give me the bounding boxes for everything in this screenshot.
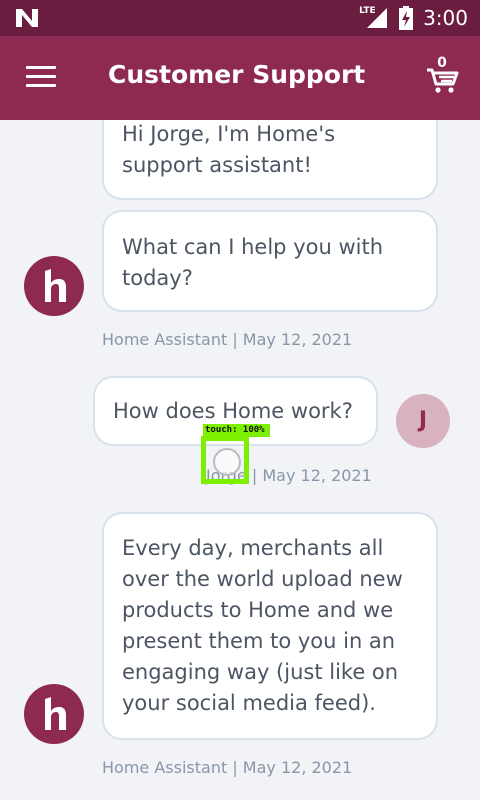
home-logo-icon — [45, 697, 66, 730]
message-text: Hi Jorge, I'm Home's support assistant! — [122, 122, 336, 177]
status-icons: LTE 3:00 — [359, 0, 468, 36]
message-meta: Home Assistant | May 12, 2021 — [102, 758, 353, 777]
notification-n-icon — [16, 9, 38, 27]
assistant-avatar — [24, 256, 84, 316]
touch-indicator — [201, 436, 249, 484]
message-text: What can I help you with today? — [122, 235, 384, 290]
home-logo-icon — [45, 269, 66, 302]
message-text: Every day, merchants all over the world … — [122, 536, 403, 715]
lte-signal-icon: LTE — [359, 6, 389, 30]
status-bar: LTE 3:00 — [0, 0, 480, 36]
cart-button[interactable]: 0 — [426, 56, 462, 96]
user-avatar: J — [396, 394, 450, 448]
message-meta: Home Assistant | May 12, 2021 — [102, 330, 353, 349]
menu-icon[interactable] — [26, 66, 56, 90]
app-bar: Customer Support 0 — [0, 36, 480, 120]
shopping-cart-icon — [427, 68, 459, 93]
assistant-avatar — [24, 684, 84, 744]
page-title: Customer Support — [108, 60, 366, 89]
assistant-message-bubble: Hi Jorge, I'm Home's support assistant! — [102, 120, 438, 200]
clock: 3:00 — [423, 6, 468, 30]
chat-thread[interactable]: Hi Jorge, I'm Home's support assistant! … — [0, 120, 480, 800]
assistant-message-bubble: What can I help you with today? — [102, 210, 438, 312]
message-text: How does Home work? — [113, 399, 353, 423]
battery-charging-icon — [399, 6, 414, 30]
touch-point-icon — [213, 448, 241, 476]
assistant-message-bubble: Every day, merchants all over the world … — [102, 512, 438, 740]
